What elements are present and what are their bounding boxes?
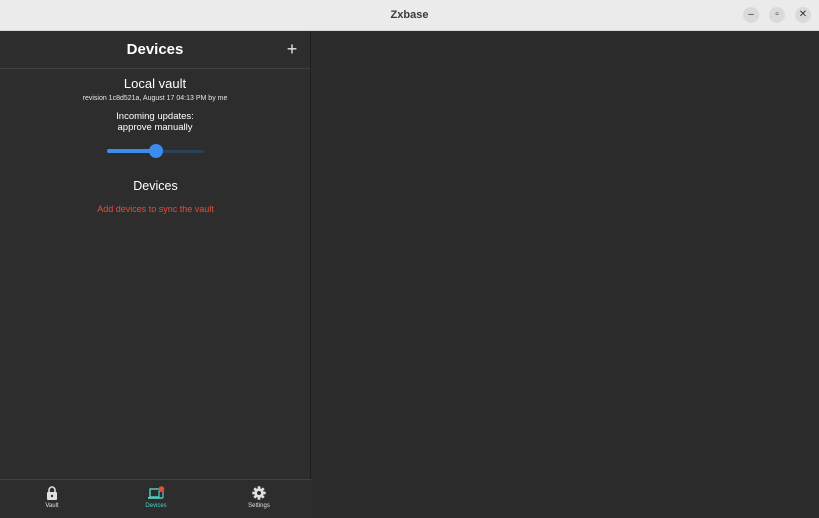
minimize-button[interactable]: – <box>743 7 759 23</box>
bottom-navigation: Vault Devices Settings <box>0 479 311 518</box>
nav-item-settings[interactable]: Settings <box>229 486 289 509</box>
incoming-updates-line1: Incoming updates: <box>116 111 194 122</box>
panel-header: Devices + <box>0 31 310 69</box>
nav-item-devices[interactable]: Devices <box>126 486 186 509</box>
window-titlebar: Zxbase – ▫ ✕ <box>0 0 819 31</box>
devices-icon <box>148 486 165 499</box>
panel-title: Devices <box>126 41 184 58</box>
local-vault-title: Local vault <box>123 76 187 91</box>
nav-item-vault[interactable]: Vault <box>22 486 82 509</box>
nav-label-settings: Settings <box>248 503 270 509</box>
devices-panel: Devices + Local vault revision 1c8d521a,… <box>0 31 311 518</box>
incoming-updates-line2: approve manually <box>117 122 193 133</box>
restore-button[interactable]: ▫ <box>769 7 785 23</box>
gear-icon <box>252 486 266 500</box>
window-controls: – ▫ ✕ <box>743 7 811 23</box>
nav-label-vault: Vault <box>45 503 59 509</box>
lock-icon <box>47 486 57 500</box>
devices-section-title: Devices <box>133 179 178 193</box>
nav-label-devices: Devices <box>145 503 167 509</box>
detail-pane <box>312 31 819 518</box>
notification-badge <box>158 486 165 492</box>
add-device-button[interactable]: + <box>283 39 301 59</box>
incoming-updates-label: Incoming updates: approve manually <box>0 111 310 133</box>
window-title: Zxbase <box>390 9 429 21</box>
vault-revision: revision 1c8d521a, August 17 04:13 PM by… <box>82 95 228 102</box>
incoming-updates-slider[interactable] <box>107 144 204 158</box>
add-devices-hint: Add devices to sync the vault <box>97 204 214 214</box>
slider-thumb[interactable] <box>149 144 163 158</box>
close-button[interactable]: ✕ <box>795 7 811 23</box>
